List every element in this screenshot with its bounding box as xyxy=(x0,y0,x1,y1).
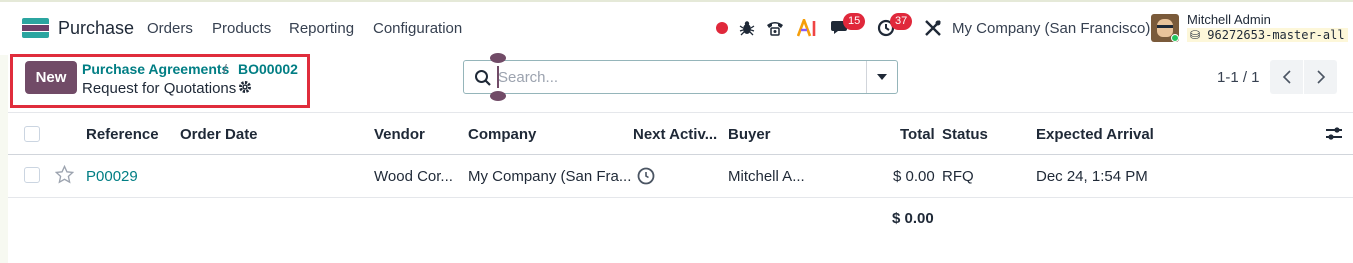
optional-columns-toggle-icon[interactable] xyxy=(1325,126,1343,146)
row-company: My Company (San Fra... xyxy=(468,168,632,185)
menu-orders[interactable]: Orders xyxy=(147,20,193,37)
column-total[interactable]: Total xyxy=(900,126,935,143)
column-expected-arrival[interactable]: Expected Arrival xyxy=(1036,126,1154,143)
menu-configuration[interactable]: Configuration xyxy=(373,20,462,37)
database-name: ⛁ 96272653-master-all xyxy=(1187,28,1348,42)
footer-total: $ 0.00 xyxy=(892,210,934,227)
search-input[interactable] xyxy=(498,66,858,88)
breadcrumb-agreement-ref[interactable]: BO00002 xyxy=(238,61,298,77)
pager-previous-button[interactable] xyxy=(1270,60,1303,94)
pager-next-button[interactable] xyxy=(1304,60,1337,94)
new-button[interactable]: New xyxy=(25,61,77,94)
favorite-star-icon[interactable] xyxy=(54,164,75,188)
bug-icon[interactable] xyxy=(735,16,759,40)
user-name[interactable]: Mitchell Admin xyxy=(1187,12,1271,27)
menu-products[interactable]: Products xyxy=(212,20,271,37)
tools-icon[interactable] xyxy=(921,16,945,40)
record-dot-icon[interactable] xyxy=(710,16,734,40)
menu-reporting[interactable]: Reporting xyxy=(289,20,354,37)
column-next-activity[interactable]: Next Activ... xyxy=(633,126,717,143)
activities-badge: 37 xyxy=(890,13,913,30)
row-expected-arrival: Dec 24, 1:54 PM xyxy=(1036,168,1148,185)
messages-badge: 15 xyxy=(843,13,866,30)
database-label: 96272653-master-all xyxy=(1207,28,1345,42)
row-status: RFQ xyxy=(942,168,974,185)
select-all-checkbox[interactable] xyxy=(24,126,40,142)
row-reference[interactable]: P00029 xyxy=(86,168,138,185)
breadcrumb-separator: / xyxy=(223,61,227,77)
pager-value[interactable]: 1-1 / 1 xyxy=(1217,69,1260,86)
breadcrumb-purchase-agreements[interactable]: Purchase Agreements xyxy=(82,61,229,77)
search-options-toggle[interactable] xyxy=(866,61,897,93)
column-reference[interactable]: Reference xyxy=(86,126,159,143)
search-icon xyxy=(474,69,492,87)
activity-clock-icon[interactable] xyxy=(637,167,655,189)
ai-icon[interactable] xyxy=(796,16,820,40)
chevron-left-icon xyxy=(1282,70,1291,84)
main-navbar: Purchase Orders Products Reporting Confi… xyxy=(0,0,1353,55)
search-bar[interactable] xyxy=(463,60,898,94)
row-checkbox[interactable] xyxy=(24,167,40,183)
table-row[interactable] xyxy=(8,155,1353,198)
text-selection-handle-bottom[interactable] xyxy=(490,91,506,101)
text-cursor xyxy=(497,66,499,88)
app-name[interactable]: Purchase xyxy=(58,18,134,39)
database-icon: ⛁ xyxy=(1190,28,1201,42)
text-selection-handle-top[interactable] xyxy=(490,53,506,63)
chevron-right-icon xyxy=(1316,70,1325,84)
column-status[interactable]: Status xyxy=(942,126,988,143)
page-title: Request for Quotations xyxy=(82,80,237,97)
gear-icon[interactable] xyxy=(238,80,252,97)
column-company[interactable]: Company xyxy=(468,126,536,143)
user-avatar[interactable] xyxy=(1151,14,1179,42)
row-total: $ 0.00 xyxy=(893,168,935,185)
caret-down-icon xyxy=(877,74,887,80)
row-vendor: Wood Cor... xyxy=(374,168,453,185)
row-buyer: Mitchell A... xyxy=(728,168,805,185)
column-vendor[interactable]: Vendor xyxy=(374,126,425,143)
phone-icon[interactable] xyxy=(763,16,787,40)
company-switcher[interactable]: My Company (San Francisco) xyxy=(952,20,1150,37)
column-buyer[interactable]: Buyer xyxy=(728,126,771,143)
column-order-date[interactable]: Order Date xyxy=(180,126,258,143)
apps-menu-icon[interactable] xyxy=(22,18,49,38)
